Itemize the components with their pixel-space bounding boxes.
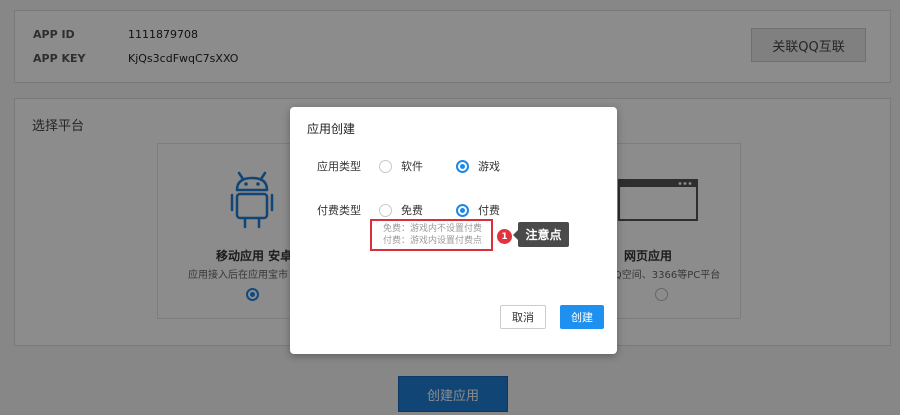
- pay-type-notes-highlight: 免费：游戏内不设置付费 付费：游戏内设置付费点: [370, 219, 493, 251]
- app-type-option-label: 软件: [401, 160, 423, 173]
- annotation-badge: 1: [497, 229, 512, 244]
- dialog-title: 应用创建: [307, 122, 356, 136]
- pay-type-option-label: 免费: [401, 204, 423, 217]
- annotation-callout: 注意点: [513, 222, 569, 247]
- app-type-option-label: 游戏: [478, 160, 500, 173]
- pay-type-option-free[interactable]: 免费: [379, 202, 423, 218]
- create-button[interactable]: 创建: [560, 305, 604, 329]
- radio-unchecked-icon: [379, 203, 392, 217]
- radio-checked-icon: [456, 159, 469, 173]
- app-type-option-game[interactable]: 游戏: [456, 158, 500, 174]
- radio-unchecked-icon: [379, 159, 392, 173]
- pay-type-label: 付费类型: [317, 204, 361, 217]
- note-free: 免费：游戏内不设置付费: [383, 224, 483, 234]
- app-type-option-software[interactable]: 软件: [379, 158, 423, 174]
- pay-type-option-label: 付费: [478, 204, 500, 217]
- note-paid: 付费：游戏内设置付费点: [383, 236, 483, 246]
- pay-type-option-paid[interactable]: 付费: [456, 202, 500, 218]
- radio-checked-icon: [456, 203, 469, 217]
- cancel-button[interactable]: 取消: [500, 305, 546, 329]
- app-type-label: 应用类型: [317, 160, 361, 173]
